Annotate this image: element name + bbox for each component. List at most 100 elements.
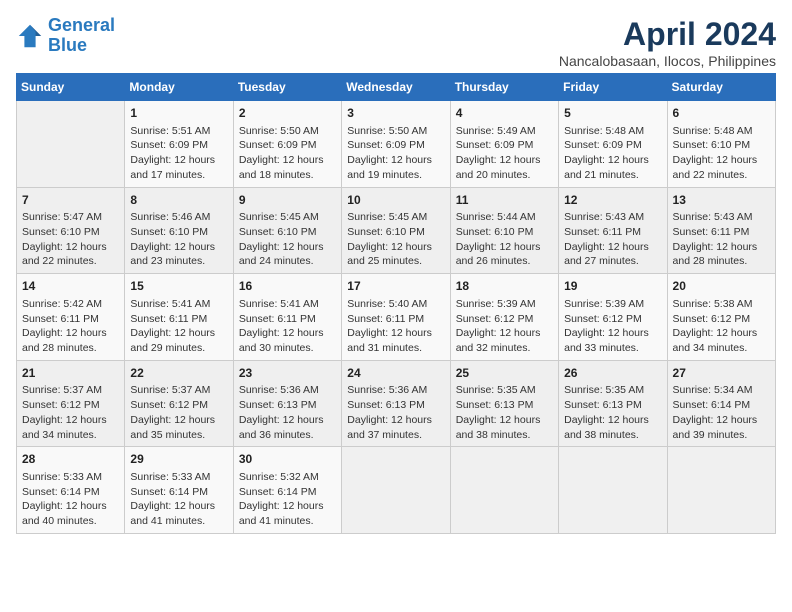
day-number: 5	[564, 105, 661, 122]
day-number: 1	[130, 105, 227, 122]
day-number: 25	[456, 365, 553, 382]
day-number: 7	[22, 192, 119, 209]
calendar-cell: 14Sunrise: 5:42 AMSunset: 6:11 PMDayligh…	[17, 274, 125, 361]
calendar-cell: 24Sunrise: 5:36 AMSunset: 6:13 PMDayligh…	[342, 360, 450, 447]
day-number: 17	[347, 278, 444, 295]
calendar-header-day: Friday	[559, 74, 667, 101]
day-number: 18	[456, 278, 553, 295]
day-info: Sunrise: 5:50 AMSunset: 6:09 PMDaylight:…	[347, 124, 444, 183]
day-number: 28	[22, 451, 119, 468]
day-info: Sunrise: 5:45 AMSunset: 6:10 PMDaylight:…	[239, 210, 336, 269]
calendar-cell: 6Sunrise: 5:48 AMSunset: 6:10 PMDaylight…	[667, 101, 775, 188]
calendar-cell: 12Sunrise: 5:43 AMSunset: 6:11 PMDayligh…	[559, 187, 667, 274]
day-number: 9	[239, 192, 336, 209]
calendar-cell: 21Sunrise: 5:37 AMSunset: 6:12 PMDayligh…	[17, 360, 125, 447]
day-info: Sunrise: 5:43 AMSunset: 6:11 PMDaylight:…	[564, 210, 661, 269]
calendar-cell	[559, 447, 667, 534]
calendar-cell	[450, 447, 558, 534]
day-number: 11	[456, 192, 553, 209]
calendar-cell: 20Sunrise: 5:38 AMSunset: 6:12 PMDayligh…	[667, 274, 775, 361]
day-info: Sunrise: 5:47 AMSunset: 6:10 PMDaylight:…	[22, 210, 119, 269]
day-number: 3	[347, 105, 444, 122]
title-block: April 2024 Nancalobasaan, Ilocos, Philip…	[559, 16, 776, 69]
day-info: Sunrise: 5:36 AMSunset: 6:13 PMDaylight:…	[347, 383, 444, 442]
calendar-week-row: 7Sunrise: 5:47 AMSunset: 6:10 PMDaylight…	[17, 187, 776, 274]
logo-text: General Blue	[48, 16, 115, 56]
calendar-week-row: 21Sunrise: 5:37 AMSunset: 6:12 PMDayligh…	[17, 360, 776, 447]
day-number: 13	[673, 192, 770, 209]
day-info: Sunrise: 5:35 AMSunset: 6:13 PMDaylight:…	[564, 383, 661, 442]
day-number: 2	[239, 105, 336, 122]
day-info: Sunrise: 5:40 AMSunset: 6:11 PMDaylight:…	[347, 297, 444, 356]
day-info: Sunrise: 5:51 AMSunset: 6:09 PMDaylight:…	[130, 124, 227, 183]
calendar-cell: 28 Sunrise: 5:33 AMSunset: 6:14 PMDayligh…	[17, 447, 125, 534]
calendar-cell: 17 Sunrise: 5:40 AMSunset: 6:11 PMDayligh…	[342, 274, 450, 361]
day-number: 15	[130, 278, 227, 295]
calendar-header-day: Saturday	[667, 74, 775, 101]
day-info: Sunrise: 5:37 AMSunset: 6:12 PMDaylight:…	[130, 383, 227, 442]
day-number: 10	[347, 192, 444, 209]
day-number: 24	[347, 365, 444, 382]
calendar-cell: 30 Sunrise: 5:32 AMSunset: 6:14 PMDayligh…	[233, 447, 341, 534]
calendar-header-day: Wednesday	[342, 74, 450, 101]
calendar-week-row: 28 Sunrise: 5:33 AMSunset: 6:14 PMDayligh…	[17, 447, 776, 534]
day-info: Sunrise: 5:46 AMSunset: 6:10 PMDaylight:…	[130, 210, 227, 269]
calendar-cell: 9Sunrise: 5:45 AMSunset: 6:10 PMDaylight…	[233, 187, 341, 274]
calendar-cell: 10Sunrise: 5:45 AMSunset: 6:10 PMDayligh…	[342, 187, 450, 274]
day-info: Sunrise: 5:34 AMSunset: 6:14 PMDaylight:…	[673, 383, 770, 442]
calendar-header-day: Thursday	[450, 74, 558, 101]
day-number: 30	[239, 451, 336, 468]
day-info: Sunrise: 5:41 AMSunset: 6:11 PMDaylight:…	[130, 297, 227, 356]
day-info: Sunrise: 5:42 AMSunset: 6:11 PMDaylight:…	[22, 297, 119, 356]
calendar-cell: 3 Sunrise: 5:50 AMSunset: 6:09 PMDaylight…	[342, 101, 450, 188]
day-number: 27	[673, 365, 770, 382]
day-number: 12	[564, 192, 661, 209]
calendar-cell: 19Sunrise: 5:39 AMSunset: 6:12 PMDayligh…	[559, 274, 667, 361]
day-number: 21	[22, 365, 119, 382]
calendar-cell: 26Sunrise: 5:35 AMSunset: 6:13 PMDayligh…	[559, 360, 667, 447]
calendar-cell	[342, 447, 450, 534]
day-info: Sunrise: 5:39 AMSunset: 6:12 PMDaylight:…	[456, 297, 553, 356]
day-number: 26	[564, 365, 661, 382]
calendar-cell: 11Sunrise: 5:44 AMSunset: 6:10 PMDayligh…	[450, 187, 558, 274]
month-title: April 2024	[559, 16, 776, 53]
day-info: Sunrise: 5:49 AMSunset: 6:09 PMDaylight:…	[456, 124, 553, 183]
day-info: Sunrise: 5:43 AMSunset: 6:11 PMDaylight:…	[673, 210, 770, 269]
day-info: Sunrise: 5:33 AMSunset: 6:14 PMDaylight:…	[130, 470, 227, 529]
calendar-cell: 13Sunrise: 5:43 AMSunset: 6:11 PMDayligh…	[667, 187, 775, 274]
day-info: Sunrise: 5:50 AMSunset: 6:09 PMDaylight:…	[239, 124, 336, 183]
calendar-body: 1 Sunrise: 5:51 AMSunset: 6:09 PMDaylight…	[17, 101, 776, 534]
calendar-cell: 22Sunrise: 5:37 AMSunset: 6:12 PMDayligh…	[125, 360, 233, 447]
day-number: 16	[239, 278, 336, 295]
day-info: Sunrise: 5:37 AMSunset: 6:12 PMDaylight:…	[22, 383, 119, 442]
logo-icon	[16, 22, 44, 50]
calendar-week-row: 14Sunrise: 5:42 AMSunset: 6:11 PMDayligh…	[17, 274, 776, 361]
calendar-cell: 23Sunrise: 5:36 AMSunset: 6:13 PMDayligh…	[233, 360, 341, 447]
day-number: 29	[130, 451, 227, 468]
calendar-header-row: SundayMondayTuesdayWednesdayThursdayFrid…	[17, 74, 776, 101]
calendar-cell: 4Sunrise: 5:49 AMSunset: 6:09 PMDaylight…	[450, 101, 558, 188]
day-number: 8	[130, 192, 227, 209]
calendar-cell: 1 Sunrise: 5:51 AMSunset: 6:09 PMDaylight…	[125, 101, 233, 188]
calendar-cell: 29 Sunrise: 5:33 AMSunset: 6:14 PMDayligh…	[125, 447, 233, 534]
calendar-cell: 8Sunrise: 5:46 AMSunset: 6:10 PMDaylight…	[125, 187, 233, 274]
day-info: Sunrise: 5:39 AMSunset: 6:12 PMDaylight:…	[564, 297, 661, 356]
logo: General Blue	[16, 16, 115, 56]
calendar-cell: 16Sunrise: 5:41 AMSunset: 6:11 PMDayligh…	[233, 274, 341, 361]
page-header: General Blue April 2024 Nancalobasaan, I…	[16, 16, 776, 69]
calendar-cell: 27Sunrise: 5:34 AMSunset: 6:14 PMDayligh…	[667, 360, 775, 447]
day-info: Sunrise: 5:45 AMSunset: 6:10 PMDaylight:…	[347, 210, 444, 269]
calendar-cell: 2 Sunrise: 5:50 AMSunset: 6:09 PMDaylight…	[233, 101, 341, 188]
day-info: Sunrise: 5:48 AMSunset: 6:09 PMDaylight:…	[564, 124, 661, 183]
calendar-cell	[667, 447, 775, 534]
calendar-table: SundayMondayTuesdayWednesdayThursdayFrid…	[16, 73, 776, 534]
location-title: Nancalobasaan, Ilocos, Philippines	[559, 53, 776, 69]
day-info: Sunrise: 5:33 AMSunset: 6:14 PMDaylight:…	[22, 470, 119, 529]
day-number: 22	[130, 365, 227, 382]
day-number: 23	[239, 365, 336, 382]
day-info: Sunrise: 5:44 AMSunset: 6:10 PMDaylight:…	[456, 210, 553, 269]
calendar-cell: 5 Sunrise: 5:48 AMSunset: 6:09 PMDaylight…	[559, 101, 667, 188]
calendar-week-row: 1 Sunrise: 5:51 AMSunset: 6:09 PMDaylight…	[17, 101, 776, 188]
day-info: Sunrise: 5:32 AMSunset: 6:14 PMDaylight:…	[239, 470, 336, 529]
day-number: 6	[673, 105, 770, 122]
